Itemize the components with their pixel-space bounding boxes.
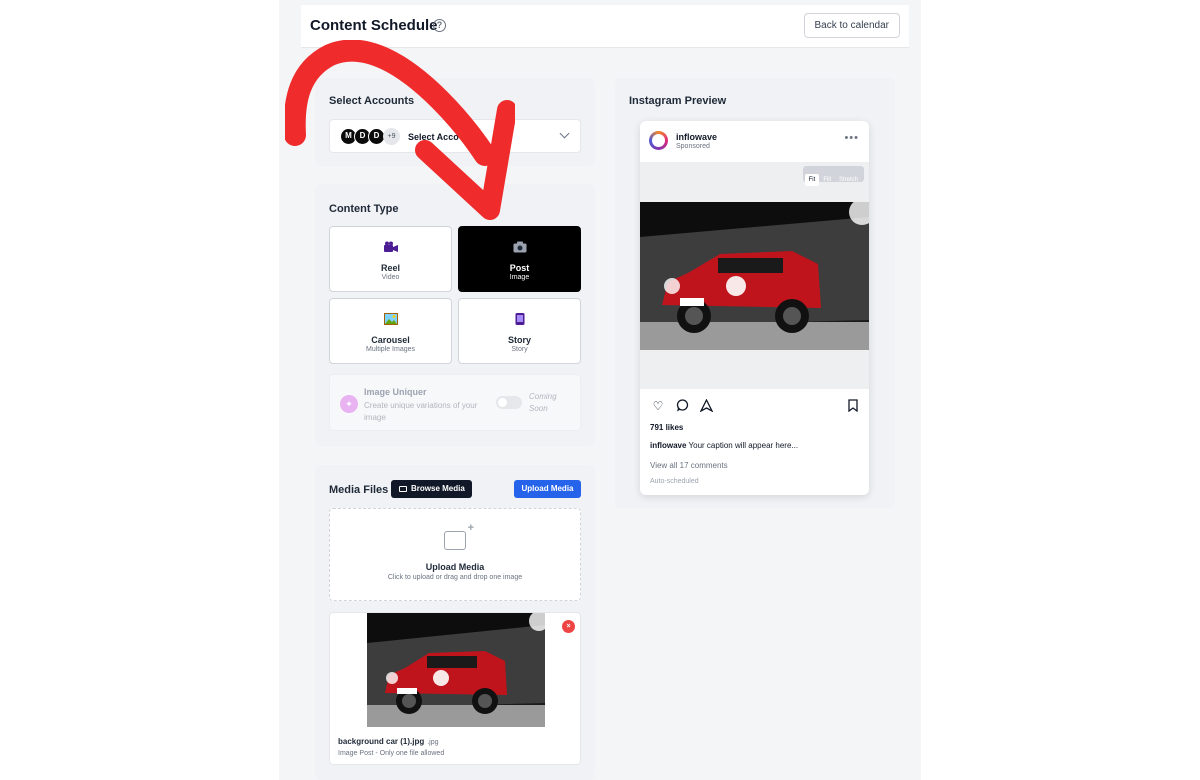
- image-upload-icon: [444, 522, 474, 550]
- share-icon[interactable]: [698, 398, 714, 413]
- uploaded-image-thumbnail: [367, 613, 545, 727]
- bookmark-icon[interactable]: [846, 399, 860, 413]
- more-accounts-badge: +9: [383, 128, 400, 145]
- caption-user: inflowave: [650, 441, 687, 450]
- type-option-post[interactable]: Post Image: [458, 226, 581, 292]
- type-label: Reel: [380, 263, 400, 273]
- accounts-placeholder: Select Acco: [408, 132, 459, 142]
- type-sub: Story: [511, 346, 528, 353]
- media-files-title: Media Files: [329, 484, 389, 496]
- file-note: Image Post - Only one file allowed: [338, 750, 445, 757]
- type-label: Post: [509, 263, 530, 273]
- instagram-preview-title: Instagram Preview: [629, 95, 727, 107]
- file-name: background car (1).jpg .jpg: [338, 737, 439, 746]
- camera-icon: [513, 241, 527, 253]
- uniquer-toggle: [496, 396, 522, 409]
- fit-option-fill[interactable]: Fill: [819, 174, 835, 186]
- file-name-text: background car (1).jpg: [338, 737, 425, 746]
- fit-option-fit[interactable]: Fit: [804, 174, 820, 186]
- type-sub: Multiple Images: [365, 346, 416, 353]
- ig-likes: 791 likes: [650, 423, 684, 432]
- uniquer-title: Image Uniquer: [364, 387, 427, 397]
- ig-post-image: [640, 202, 869, 350]
- ig-auto-scheduled: Auto-scheduled: [650, 478, 699, 485]
- type-label: Carousel: [371, 335, 410, 345]
- ig-view-comments[interactable]: View all 17 comments: [650, 461, 728, 470]
- more-options-icon[interactable]: •••: [844, 132, 859, 144]
- phone-icon: [513, 313, 527, 325]
- media-files-card: Media Files Browse Media Upload Media Up…: [315, 465, 595, 780]
- ig-account-name: inflowave: [676, 132, 718, 142]
- comment-icon[interactable]: [675, 399, 689, 413]
- uniquer-description: Create unique variations of your image: [364, 401, 478, 422]
- type-option-story[interactable]: Story Story: [458, 298, 581, 364]
- upload-dropzone[interactable]: Upload Media Click to upload or drag and…: [329, 508, 581, 601]
- fit-option-stretch[interactable]: Stretch: [835, 174, 862, 186]
- instagram-post-preview: inflowave Sponsored ••• FitFillStretch: [640, 121, 869, 495]
- image-uniquer-option: ✦ Image Uniquer Create unique variations…: [329, 374, 581, 431]
- select-accounts-card: Select Accounts M D D +9 Select Acco: [315, 78, 595, 166]
- video-camera-icon: [384, 241, 398, 253]
- help-icon[interactable]: ?: [433, 19, 446, 32]
- type-sub: Image: [509, 274, 530, 281]
- browse-media-button[interactable]: Browse Media: [391, 480, 472, 498]
- fit-mode-selector: Fit Fill Stretch: [802, 166, 864, 186]
- page-header: Content Schedule ? Back to calendar: [301, 5, 909, 48]
- ig-media-area: Fit Fill Stretch: [640, 162, 869, 389]
- content-type-title: Content Type: [329, 203, 399, 215]
- file-extension: .jpg: [427, 739, 439, 746]
- type-sub: Video: [381, 274, 400, 281]
- content-type-card: Content Type Reel Video Post Image Carou…: [315, 184, 595, 446]
- dropzone-title: Upload Media: [425, 562, 485, 572]
- select-accounts-title: Select Accounts: [329, 95, 415, 107]
- type-option-reel[interactable]: Reel Video: [329, 226, 452, 292]
- uploaded-file-card: × background car (1).jpg .jpg Image Post …: [329, 612, 581, 765]
- ig-sponsored-label: Sponsored: [676, 143, 710, 150]
- sparkle-icon: ✦: [340, 395, 358, 413]
- dropzone-subtitle: Click to upload or drag and drop one ima…: [387, 574, 523, 581]
- instagram-avatar: [649, 131, 668, 150]
- back-to-calendar-button[interactable]: Back to calendar: [803, 13, 900, 38]
- browse-media-label: Browse Media: [411, 484, 465, 493]
- picture-icon: [384, 313, 398, 325]
- heart-icon[interactable]: ♡: [651, 399, 665, 413]
- page-title: Content Schedule: [310, 17, 438, 34]
- upload-media-button[interactable]: Upload Media: [514, 480, 581, 498]
- accounts-dropdown[interactable]: M D D +9 Select Acco: [329, 119, 581, 153]
- type-label: Story: [507, 335, 531, 345]
- instagram-preview-card: Instagram Preview inflowave Sponsored ••…: [615, 78, 895, 508]
- coming-soon-label: Coming Soon: [529, 392, 557, 413]
- chevron-down-icon: [559, 128, 570, 139]
- caption-text: Your caption will appear here...: [688, 441, 799, 450]
- ig-caption: inflowave Your caption will appear here.…: [650, 441, 798, 450]
- remove-file-button[interactable]: ×: [562, 620, 575, 633]
- type-option-carousel[interactable]: Carousel Multiple Images: [329, 298, 452, 364]
- folder-icon: [399, 485, 407, 492]
